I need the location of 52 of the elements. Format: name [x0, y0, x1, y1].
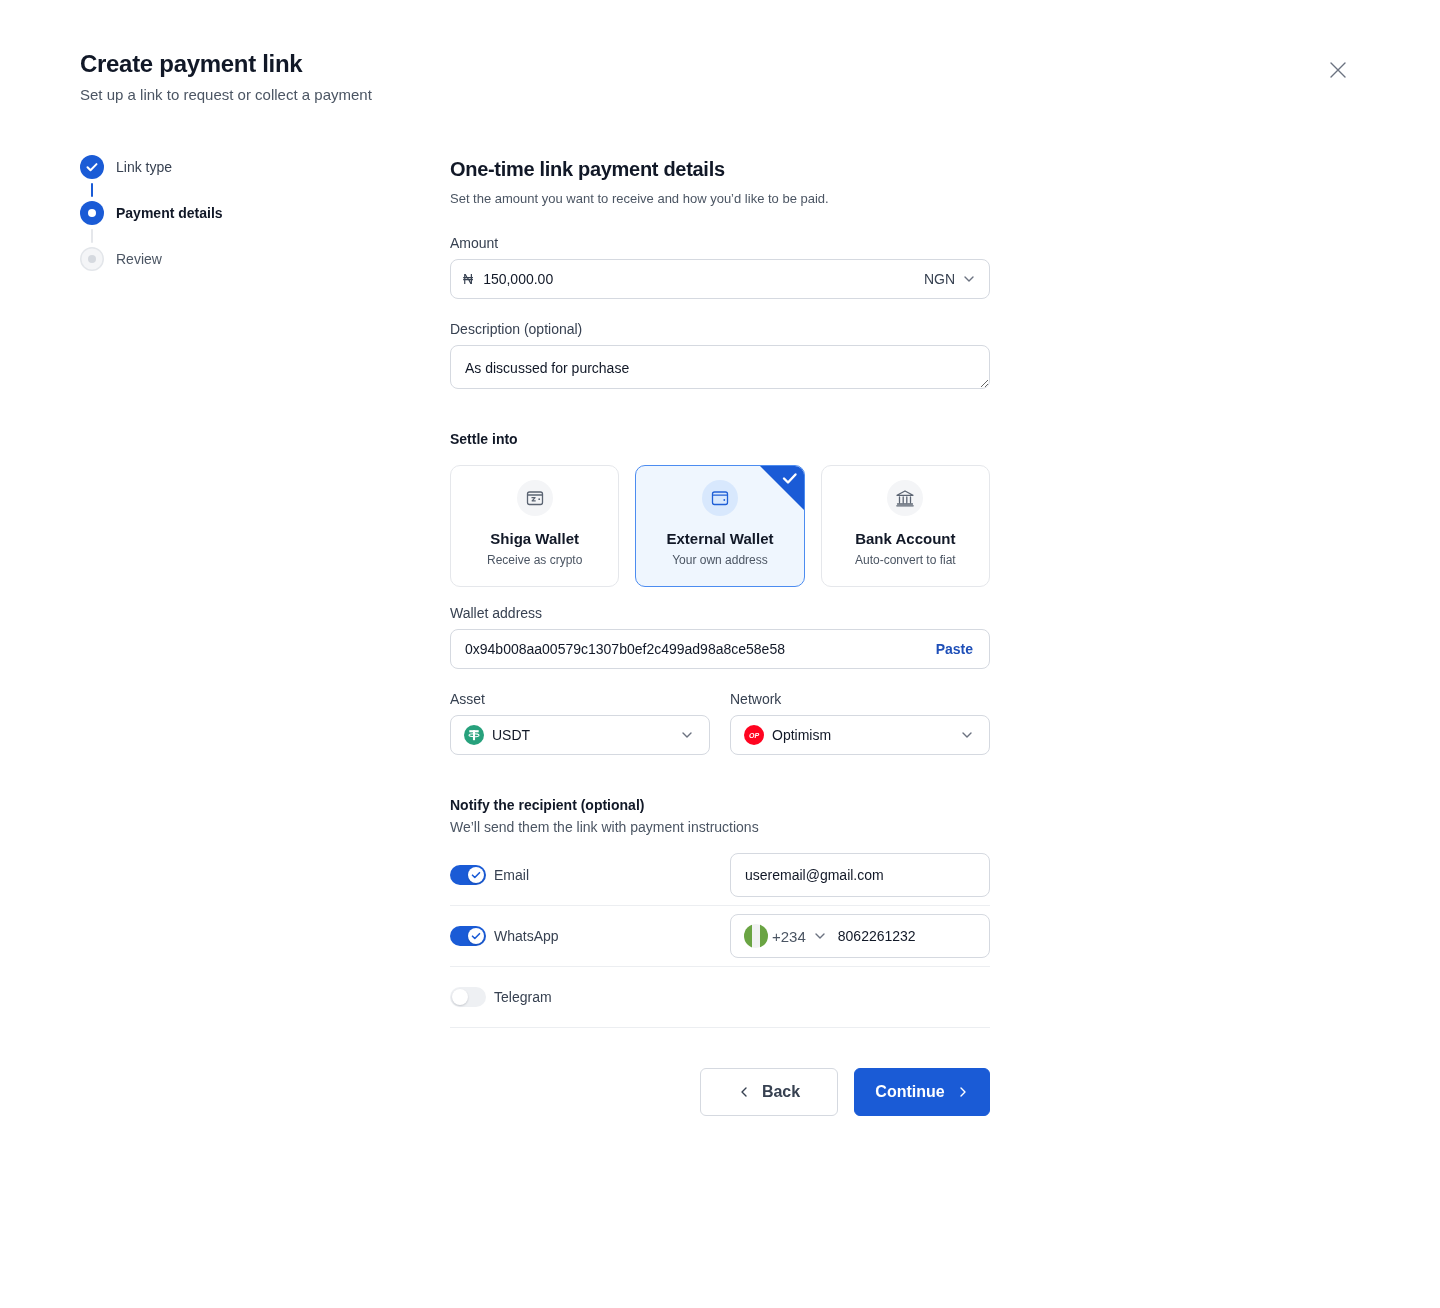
channel-label: Telegram — [494, 988, 552, 1007]
settle-option-card[interactable]: Bank Account Auto-convert to fiat — [820, 465, 990, 587]
amount-field[interactable]: ₦ 150,000.00 NGN — [450, 259, 990, 299]
step-label[interactable]: Link type — [116, 157, 173, 177]
section-subtitle: We’ll send them the link with payment instructions — [450, 818, 760, 837]
field-label: Description (optional) — [450, 320, 584, 339]
field-label: Network — [730, 690, 783, 709]
flag-icon — [744, 924, 768, 948]
section-subtitle: Set the amount you want to receive and how you’d like to be paid. — [450, 190, 830, 208]
section-label: Settle into — [450, 430, 519, 449]
token-icon — [464, 725, 484, 745]
option-title: Shiga Wallet — [490, 529, 579, 549]
description-field[interactable]: As discussed for purchase — [450, 345, 990, 389]
section-title: One-time link payment details — [450, 157, 726, 182]
asset-select[interactable]: USDT — [450, 715, 710, 755]
paste-button[interactable]: Paste — [935, 641, 973, 657]
check-icon — [471, 931, 481, 941]
option-subtitle: Receive as crypto — [486, 552, 583, 568]
dialog-subtitle: Set up a link to request or collect a payment — [80, 85, 372, 105]
channel-label: WhatsApp — [494, 927, 559, 946]
back-button[interactable]: Back — [700, 1068, 838, 1116]
wallet-address-field[interactable]: 0x94b008aa00579c1307b0ef2c499ad98a8ce58e58 Paste — [450, 629, 990, 669]
continue-button[interactable]: Continue — [854, 1068, 990, 1116]
toggle-switch[interactable] — [450, 926, 486, 946]
option-title: Bank Account — [855, 529, 956, 549]
close-icon — [1330, 62, 1346, 78]
toggle-switch[interactable] — [450, 865, 486, 885]
currency-symbol: ₦ — [463, 271, 474, 287]
dial-code-select[interactable]: +234 — [772, 927, 826, 945]
option-subtitle: Auto-convert to fiat — [854, 552, 956, 568]
dialog-title: Create payment link — [80, 49, 304, 79]
phone-field[interactable]: +234 8062261232 — [730, 914, 990, 958]
settle-option-card[interactable]: External Wallet Your own address — [635, 465, 805, 587]
section-label: Notify the recipient (optional) — [450, 796, 646, 815]
field-label: Wallet address — [450, 604, 544, 623]
check-icon — [471, 870, 481, 880]
option-subtitle: Your own address — [672, 552, 768, 568]
wallet-icon — [702, 480, 738, 516]
option-title: External Wallet — [666, 529, 774, 549]
step-label[interactable]: Payment details — [116, 203, 223, 223]
bank-icon — [887, 480, 924, 516]
wallet-card-icon — [516, 480, 553, 516]
settle-option-card[interactable]: Shiga Wallet Receive as crypto — [450, 465, 620, 587]
currency-select[interactable]: NGN — [923, 271, 975, 287]
field-label: Amount — [450, 234, 500, 253]
toggle-switch[interactable] — [450, 987, 486, 1007]
email-field[interactable]: useremail@gmail.com — [730, 853, 990, 897]
step-connector — [91, 183, 93, 197]
check-corner-icon — [759, 466, 804, 510]
channel-label: Email — [494, 866, 529, 885]
field-label: Asset — [450, 690, 486, 709]
step-label[interactable]: Review — [116, 249, 162, 269]
